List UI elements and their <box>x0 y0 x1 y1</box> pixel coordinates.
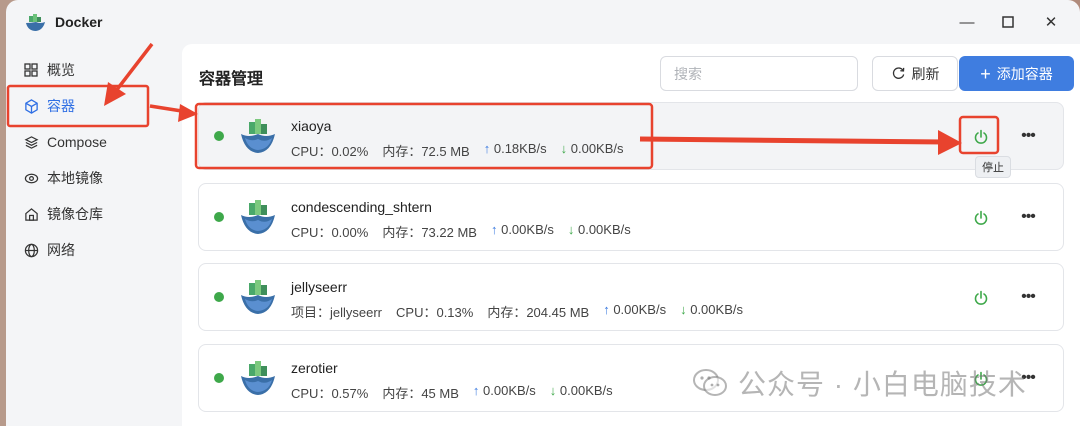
arrow-down-icon: ↓ <box>560 141 568 156</box>
refresh-label: 刷新 <box>911 65 940 82</box>
arrow-down-icon: ↓ <box>680 302 687 317</box>
container-whale-icon <box>241 119 275 153</box>
arrow-up-icon: ↑ <box>472 383 480 398</box>
project-stat: 项目：jellyseerr <box>291 305 383 320</box>
minimize-icon[interactable]: — <box>957 12 977 32</box>
add-container-button[interactable]: + 添加容器 <box>959 56 1074 91</box>
sidebar-item-compose[interactable]: Compose <box>6 124 186 160</box>
download-stat: ↓ 0.00KB/s <box>549 383 613 398</box>
status-running-dot <box>214 131 224 141</box>
more-options-icon[interactable]: ••• <box>1017 286 1039 308</box>
house-icon <box>23 206 39 222</box>
arrow-up-icon: ↑ <box>483 141 491 156</box>
stop-button[interactable] <box>968 124 994 150</box>
stop-button[interactable] <box>968 285 994 311</box>
download-stat: ↓ 0.00KB/s <box>560 141 624 156</box>
sidebar-item-overview[interactable]: 概览 <box>6 52 186 88</box>
sidebar-item-label: 本地镜像 <box>47 170 103 186</box>
cpu-stat: CPU：0.02% <box>291 144 369 159</box>
sidebar-item-local-images[interactable]: 本地镜像 <box>6 160 186 196</box>
download-stat: ↓ 0.00KB/s <box>567 222 631 237</box>
watermark-text: 公众号 · 小白电脑技术 <box>738 369 1027 400</box>
eye-icon <box>23 170 39 186</box>
container-name: xiaoya <box>291 118 332 134</box>
page-title: 容器管理 <box>199 71 264 88</box>
container-card-jellyseerr[interactable]: jellyseerr 项目：jellyseerr CPU：0.13% 内存：20… <box>198 263 1064 331</box>
upload-stat: ↑ 0.00KB/s <box>472 383 536 398</box>
memory-stat: 内存：45 MB <box>382 386 459 401</box>
upload-stat: ↑ 0.18KB/s <box>483 141 547 156</box>
sidebar-item-registry[interactable]: 镜像仓库 <box>6 196 186 232</box>
memory-stat: 内存：73.22 MB <box>382 225 477 240</box>
search-input[interactable] <box>660 56 858 91</box>
container-whale-icon <box>241 200 275 234</box>
container-name: condescending_shtern <box>291 199 432 215</box>
stop-button[interactable] <box>968 205 994 231</box>
sidebar-item-label: Compose <box>47 134 107 150</box>
container-card-xiaoya[interactable]: xiaoya CPU：0.02% 内存：72.5 MB ↑ 0.18KB/s ↓… <box>198 102 1064 170</box>
maximize-icon[interactable] <box>998 12 1018 32</box>
cpu-stat: CPU：0.13% <box>396 305 474 320</box>
plus-icon: + <box>980 63 991 84</box>
container-name: jellyseerr <box>291 279 348 295</box>
container-stats: 项目：jellyseerr CPU：0.13% 内存：204.45 MB ↑ 0… <box>291 302 757 321</box>
add-container-label: 添加容器 <box>996 65 1053 82</box>
container-whale-icon <box>241 361 275 395</box>
arrow-up-icon: ↑ <box>603 302 610 317</box>
status-running-dot <box>214 292 224 302</box>
arrow-down-icon: ↓ <box>549 383 557 398</box>
container-name: zerotier <box>291 360 338 376</box>
grid-icon <box>23 62 39 78</box>
memory-stat: 内存：204.45 MB <box>487 305 590 320</box>
cube-icon <box>23 98 39 114</box>
container-whale-icon <box>241 280 275 314</box>
memory-stat: 内存：72.5 MB <box>382 144 470 159</box>
close-icon[interactable]: ✕ <box>1041 12 1061 32</box>
arrow-down-icon: ↓ <box>567 222 575 237</box>
app-title: Docker <box>55 14 103 30</box>
stop-tooltip: 停止 <box>975 156 1011 178</box>
refresh-button[interactable]: 刷新 <box>872 56 958 91</box>
globe-icon <box>23 242 39 258</box>
power-icon <box>974 290 988 305</box>
sidebar-item-label: 镜像仓库 <box>47 206 103 222</box>
power-icon <box>974 129 988 144</box>
watermark: 公众号 · 小白电脑技术 <box>692 363 1027 403</box>
more-options-icon[interactable]: ••• <box>1017 125 1039 147</box>
sidebar-item-label: 容器 <box>47 98 75 114</box>
status-running-dot <box>214 212 224 222</box>
container-stats: CPU：0.57% 内存：45 MB ↑ 0.00KB/s ↓ 0.00KB/s <box>291 383 627 402</box>
more-options-icon[interactable]: ••• <box>1017 206 1039 228</box>
sidebar-item-network[interactable]: 网络 <box>6 232 186 268</box>
status-running-dot <box>214 373 224 383</box>
container-stats: CPU：0.00% 内存：73.22 MB ↑ 0.00KB/s ↓ 0.00K… <box>291 222 645 241</box>
refresh-icon <box>892 67 904 79</box>
sidebar-item-label: 概览 <box>47 62 75 78</box>
download-stat: ↓ 0.00KB/s <box>680 302 743 317</box>
docker-logo-icon <box>26 14 45 31</box>
sidebar-item-label: 网络 <box>47 242 75 258</box>
power-icon <box>974 210 988 225</box>
arrow-up-icon: ↑ <box>490 222 498 237</box>
cpu-stat: CPU：0.57% <box>291 386 369 401</box>
upload-stat: ↑ 0.00KB/s <box>603 302 667 317</box>
container-card-condescending-shtern[interactable]: condescending_shtern CPU：0.00% 内存：73.22 … <box>198 183 1064 251</box>
layers-icon <box>23 134 39 150</box>
upload-stat: ↑ 0.00KB/s <box>490 222 554 237</box>
wechat-icon <box>693 369 727 396</box>
sidebar-item-containers[interactable]: 容器 <box>6 88 186 124</box>
titlebar: Docker — ✕ <box>6 0 1080 44</box>
container-stats: CPU：0.02% 内存：72.5 MB ↑ 0.18KB/s ↓ 0.00KB… <box>291 141 638 160</box>
cpu-stat: CPU：0.00% <box>291 225 369 240</box>
